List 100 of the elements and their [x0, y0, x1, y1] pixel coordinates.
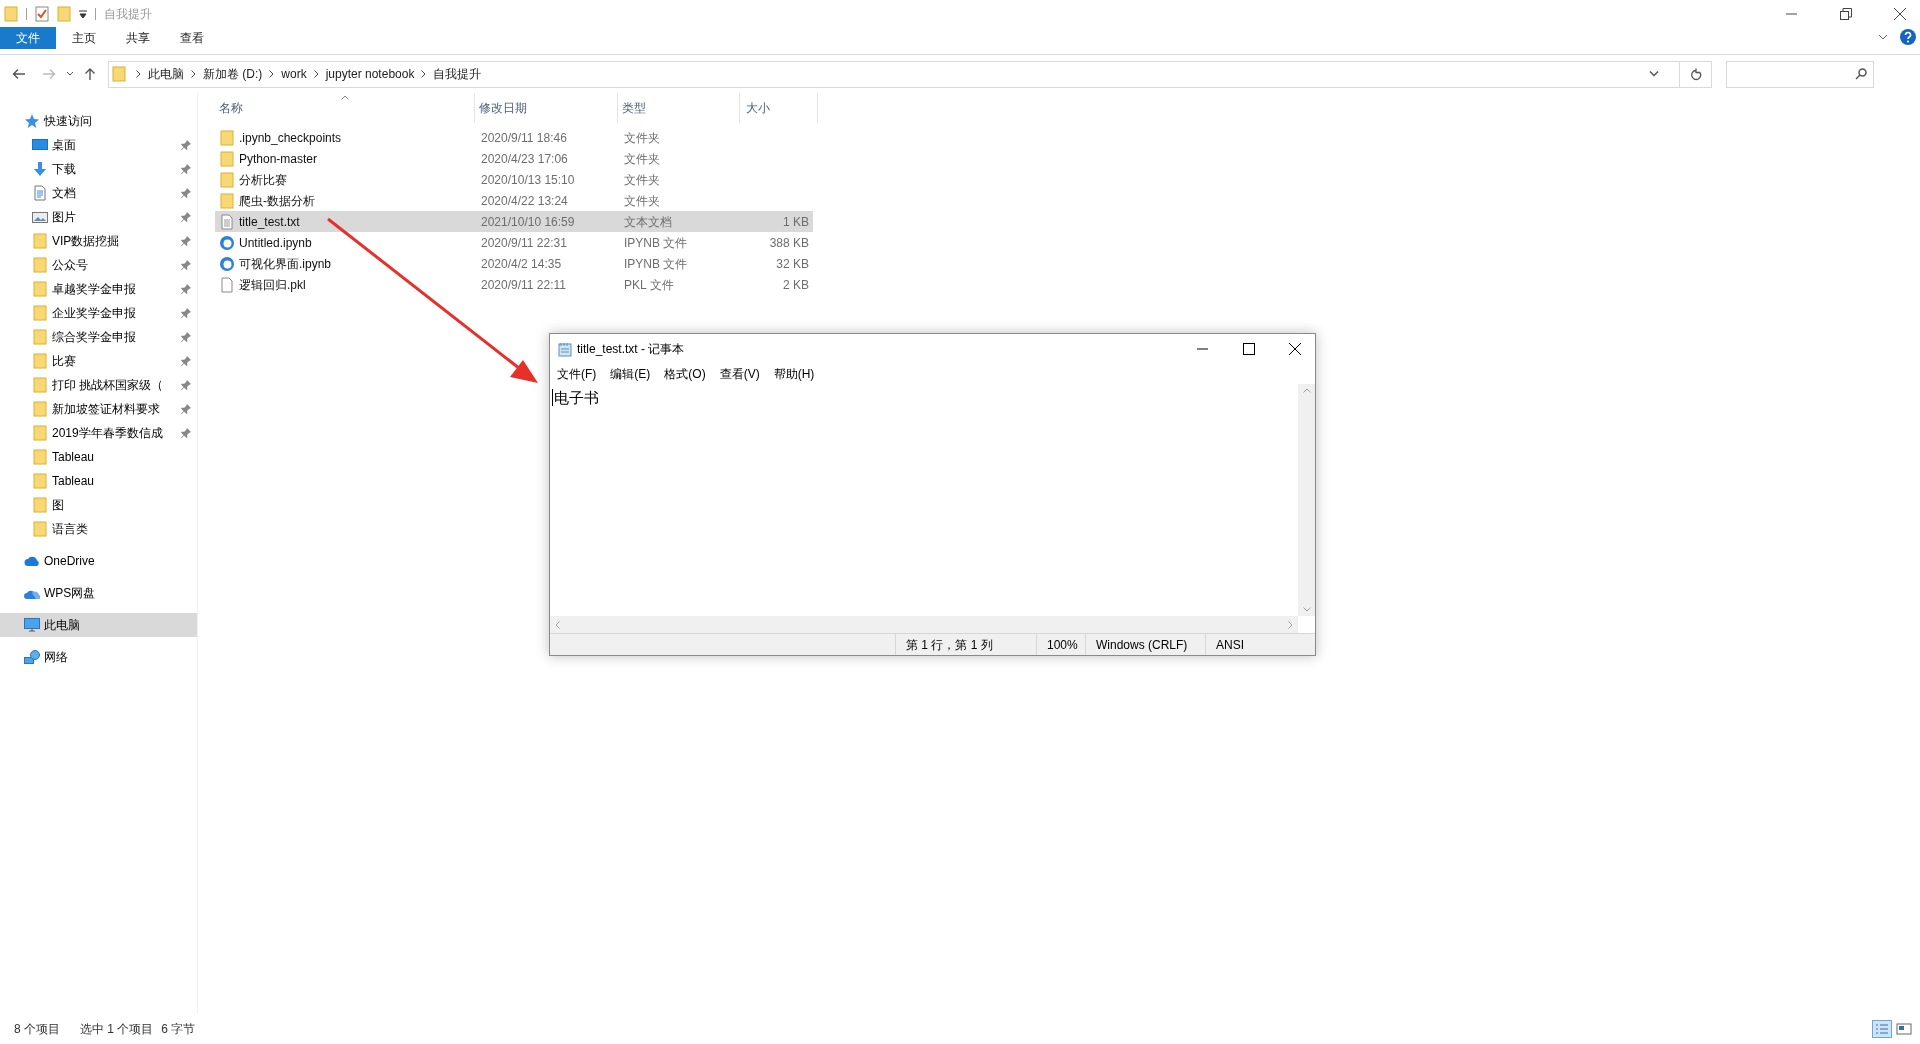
back-icon[interactable]	[12, 68, 26, 80]
chevron-icon[interactable]	[269, 70, 275, 78]
nav-item[interactable]: 企业奖学金申报	[0, 301, 197, 325]
pin-icon[interactable]	[181, 404, 191, 414]
scroll-down-icon[interactable]	[1302, 607, 1311, 612]
nav-item[interactable]: 快速访问	[0, 109, 197, 133]
pin-icon[interactable]	[181, 188, 191, 198]
folder-icon	[32, 497, 48, 513]
column-header[interactable]: 名称	[215, 93, 475, 123]
nav-item[interactable]: 新加坡签证材料要求	[0, 397, 197, 421]
pin-icon[interactable]	[181, 380, 191, 390]
ribbon-tab[interactable]: 主页	[58, 27, 110, 49]
file-row[interactable]: 可视化界面.ipynb 2020/4/2 14:35 IPYNB 文件 32 KB	[215, 253, 813, 274]
close-icon[interactable]	[1289, 343, 1301, 355]
pin-icon[interactable]	[181, 140, 191, 150]
scroll-up-icon[interactable]	[1302, 388, 1311, 393]
dropdown-icon[interactable]	[1649, 70, 1659, 78]
file-row[interactable]: 逻辑回归.pkl 2020/9/11 22:11 PKL 文件 2 KB	[215, 274, 813, 295]
ribbon-tab[interactable]: 文件	[0, 27, 56, 49]
nav-item[interactable]: 2019学年春季数信成	[0, 421, 197, 445]
chevron-icon[interactable]	[313, 70, 319, 78]
breadcrumb[interactable]: 自我提升	[432, 65, 483, 83]
chevron-icon[interactable]	[421, 70, 427, 78]
scroll-left-icon[interactable]	[555, 620, 560, 629]
nav-item[interactable]: Tableau	[0, 445, 197, 469]
breadcrumb[interactable]: work	[280, 65, 308, 83]
file-row[interactable]: title_test.txt 2021/10/10 16:59 文本文档 1 KB	[215, 211, 813, 232]
chevron-icon[interactable]	[136, 70, 141, 78]
pin-icon[interactable]	[181, 428, 191, 438]
status-text: Windows (CRLF)	[1085, 634, 1205, 655]
restore-icon[interactable]	[1840, 7, 1852, 20]
pin-icon[interactable]	[181, 308, 191, 318]
pin-icon[interactable]	[181, 284, 191, 294]
scroll-right-icon[interactable]	[1288, 620, 1293, 629]
status-text: 100%	[1036, 634, 1085, 655]
nav-item[interactable]: 打印 挑战杯国家级（	[0, 373, 197, 397]
file-row[interactable]: Untitled.ipynb 2020/9/11 22:31 IPYNB 文件 388 KB	[215, 232, 813, 253]
search-field[interactable]	[1726, 60, 1874, 88]
text-area[interactable]: 电子书	[550, 384, 1298, 616]
chevron-icon[interactable]	[191, 70, 196, 78]
menu-item[interactable]: 帮助(H)	[769, 365, 819, 383]
help-icon[interactable]	[1900, 29, 1916, 45]
up-icon[interactable]	[84, 67, 96, 81]
pin-icon[interactable]	[181, 236, 191, 246]
breadcrumb[interactable]: jupyter notebook	[324, 65, 416, 83]
nav-item[interactable]: 此电脑	[0, 613, 197, 637]
nav-item[interactable]: OneDrive	[0, 549, 197, 573]
pin-icon[interactable]	[181, 164, 191, 174]
folder-icon	[32, 401, 48, 417]
column-header[interactable]: 大小	[740, 93, 818, 123]
checklist-icon[interactable]	[35, 5, 49, 22]
nav-item[interactable]: 桌面	[0, 133, 197, 157]
maximize-icon[interactable]	[1243, 343, 1255, 355]
computer-icon	[24, 617, 40, 633]
search-icon[interactable]	[1855, 68, 1867, 80]
nav-item[interactable]: 综合奖学金申报	[0, 325, 197, 349]
pin-icon[interactable]	[181, 356, 191, 366]
column-header[interactable]: 修改日期	[475, 93, 618, 123]
large-icons-view-icon[interactable]	[1896, 1022, 1912, 1036]
nav-item[interactable]: 图	[0, 493, 197, 517]
modified-date: 2020/4/2 14:35	[480, 255, 563, 273]
nav-item[interactable]: WPS网盘	[0, 581, 197, 605]
document-icon	[32, 185, 48, 201]
close-icon[interactable]	[1894, 7, 1906, 20]
nav-item[interactable]: 文档	[0, 181, 197, 205]
folder-icon	[32, 353, 48, 369]
dropdown-icon[interactable]	[79, 8, 87, 19]
vertical-scrollbar[interactable]	[1298, 384, 1315, 616]
nav-item[interactable]: 语言类	[0, 517, 197, 541]
menu-item[interactable]: 格式(O)	[660, 365, 710, 383]
nav-item[interactable]: 公众号	[0, 253, 197, 277]
nav-item[interactable]: 图片	[0, 205, 197, 229]
horizontal-scrollbar[interactable]	[550, 616, 1298, 633]
menu-item[interactable]: 编辑(E)	[606, 365, 655, 383]
file-row[interactable]: 分析比赛 2020/10/13 15:10 文件夹	[215, 169, 813, 190]
menu-item[interactable]: 查看(V)	[715, 365, 764, 383]
breadcrumb[interactable]: 新加卷 (D:)	[202, 65, 264, 83]
ribbon-tab[interactable]: 查看	[166, 27, 218, 49]
nav-item[interactable]: 卓越奖学金申报	[0, 277, 197, 301]
breadcrumb[interactable]: 此电脑	[147, 65, 185, 83]
pin-icon[interactable]	[181, 212, 191, 222]
address-bar[interactable]: 此电脑 新加卷 (D:) work jupyter notebook 自我提升	[108, 60, 1712, 88]
ribbon-tab[interactable]: 共享	[112, 27, 164, 49]
recent-locations-icon[interactable]	[66, 71, 74, 77]
refresh-icon[interactable]	[1689, 67, 1702, 81]
nav-item[interactable]: Tableau	[0, 469, 197, 493]
document-text: 电子书	[552, 389, 599, 406]
file-row[interactable]: Python-master 2020/4/23 17:06 文件夹	[215, 148, 813, 169]
file-row[interactable]: 爬虫-数据分析 2020/4/22 13:24 文件夹	[215, 190, 813, 211]
nav-item[interactable]: 比赛	[0, 349, 197, 373]
nav-item[interactable]: VIP数据挖掘	[0, 229, 197, 253]
menu-item[interactable]: 文件(F)	[553, 365, 601, 383]
nav-item[interactable]: 网络	[0, 645, 197, 669]
file-row[interactable]: .ipynb_checkpoints 2020/9/11 18:46 文件夹	[215, 127, 813, 148]
file-type: 文件夹	[623, 171, 661, 189]
pin-icon[interactable]	[181, 332, 191, 342]
pin-icon[interactable]	[181, 260, 191, 270]
nav-item[interactable]: 下载	[0, 157, 197, 181]
column-header[interactable]: 类型	[618, 93, 740, 123]
folder-icon	[219, 150, 235, 167]
